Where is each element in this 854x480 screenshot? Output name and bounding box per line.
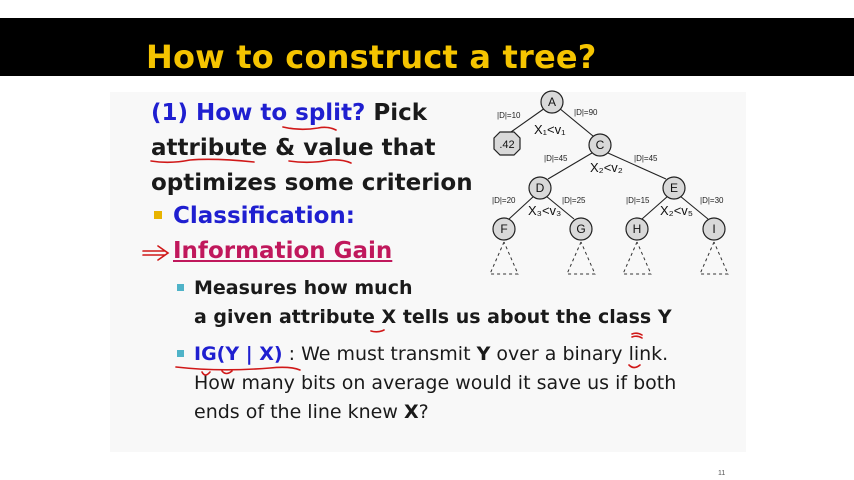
pick-text: Pick <box>365 100 428 126</box>
transmit-text: : We must transmit <box>282 343 477 365</box>
decision-tree-diagram: A .42 C D E F G H I |D|=10 |D|=90 |D|=45… <box>489 90 729 275</box>
edge-count-label: |D|=45 <box>544 154 568 163</box>
criterion-line: optimizes some criterion <box>151 170 473 196</box>
split-label: X₂<v₅ <box>660 203 693 218</box>
node-label-c: C <box>596 138 605 152</box>
node-label-i: I <box>712 222 715 236</box>
bits-question-line: How many bits on average would it save u… <box>194 372 677 394</box>
subtree-placeholder <box>622 241 652 275</box>
information-gain-heading: Information Gain <box>173 238 393 264</box>
node-label-a: A <box>548 95 556 109</box>
edge-count-label: |D|=10 <box>497 111 521 120</box>
slide-title: How to construct a tree? <box>146 38 597 76</box>
given-attribute-text: a given attribute <box>194 306 382 328</box>
edge-count-label: |D|=25 <box>562 196 586 205</box>
tells-us-text: tells us about the class <box>396 306 658 328</box>
split-label: X₁<v₁ <box>534 122 566 137</box>
var-y-transmit: Y <box>476 343 491 365</box>
split-question: (1) How to split? <box>151 100 366 126</box>
node-label-h: H <box>633 222 642 236</box>
subtree-placeholder <box>566 241 596 275</box>
var-y: Y <box>657 306 672 328</box>
var-x-ends: X <box>403 401 419 423</box>
edge-count-label: |D|=30 <box>700 196 724 205</box>
subtree-placeholder <box>489 241 519 275</box>
node-label-g: G <box>576 222 585 236</box>
split-label: X₃<v₃ <box>528 203 561 218</box>
edge-count-label: |D|=90 <box>574 108 598 117</box>
node-label-d: D <box>536 181 545 195</box>
ends-text: ends of the line knew <box>194 401 404 423</box>
binary-link-text: over a binary link. <box>490 343 669 365</box>
node-label-e: E <box>670 181 678 195</box>
given-attribute-line: a given attribute X tells us about the c… <box>194 306 672 328</box>
measures-line: Measures how much <box>194 277 413 299</box>
edge-count-label: |D|=45 <box>634 154 658 163</box>
split-question-line: (1) How to split? Pick <box>151 100 427 126</box>
leaf-value: .42 <box>499 139 514 151</box>
ends-line: ends of the line knew X? <box>194 401 429 423</box>
question-mark: ? <box>418 401 429 423</box>
sub-bullet-square-icon <box>177 350 184 357</box>
split-label: X₂<v₂ <box>590 160 623 175</box>
ig-definition-line: IG(Y | X) : We must transmit Y over a bi… <box>194 343 668 365</box>
bullet-square-icon <box>154 211 162 219</box>
attribute-value-line: attribute & value that <box>151 135 436 161</box>
sub-bullet-square-icon <box>177 284 184 291</box>
edge-count-label: |D|=20 <box>492 196 516 205</box>
edge-count-label: |D|=15 <box>626 196 650 205</box>
subtree-placeholder <box>699 241 729 275</box>
page-number: 11 <box>718 470 726 477</box>
node-label-f: F <box>500 222 507 236</box>
classification-bullet: Classification: <box>173 203 356 229</box>
var-x: X <box>381 306 397 328</box>
ig-formula: IG(Y | X) <box>194 343 283 365</box>
title-bar: How to construct a tree? <box>0 18 854 76</box>
